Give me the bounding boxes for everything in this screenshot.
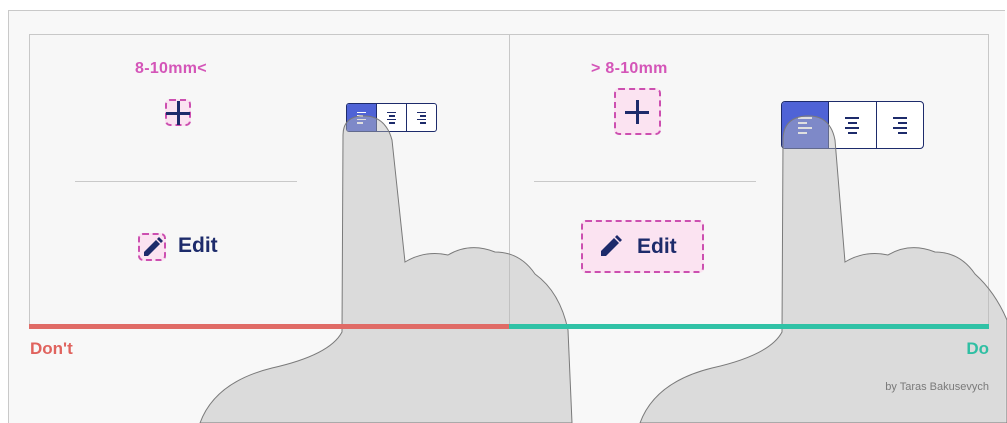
do-size-label: > 8-10mm <box>591 60 668 77</box>
dont-edit-target <box>138 233 166 261</box>
do-divider <box>534 181 756 182</box>
do-alignment-toggle <box>781 101 924 149</box>
align-center-icon <box>828 102 875 148</box>
dont-edit-label: Edit <box>178 234 218 257</box>
do-edit-label: Edit <box>637 235 677 258</box>
dont-alignment-toggle <box>346 103 437 132</box>
dont-verdict: Don't <box>30 339 73 358</box>
align-right-icon <box>406 104 436 131</box>
align-left-icon <box>782 102 829 148</box>
dont-size-label: 8-10mm< <box>135 60 207 77</box>
align-right-icon <box>875 102 923 148</box>
dont-divider <box>75 181 297 182</box>
align-left-icon <box>347 104 376 131</box>
author-credit: by Taras Bakusevych <box>885 381 989 393</box>
align-center-icon <box>376 104 406 131</box>
do-indicator-bar <box>509 324 989 329</box>
do-verdict: Do <box>966 339 989 358</box>
dont-indicator-bar <box>29 324 510 329</box>
